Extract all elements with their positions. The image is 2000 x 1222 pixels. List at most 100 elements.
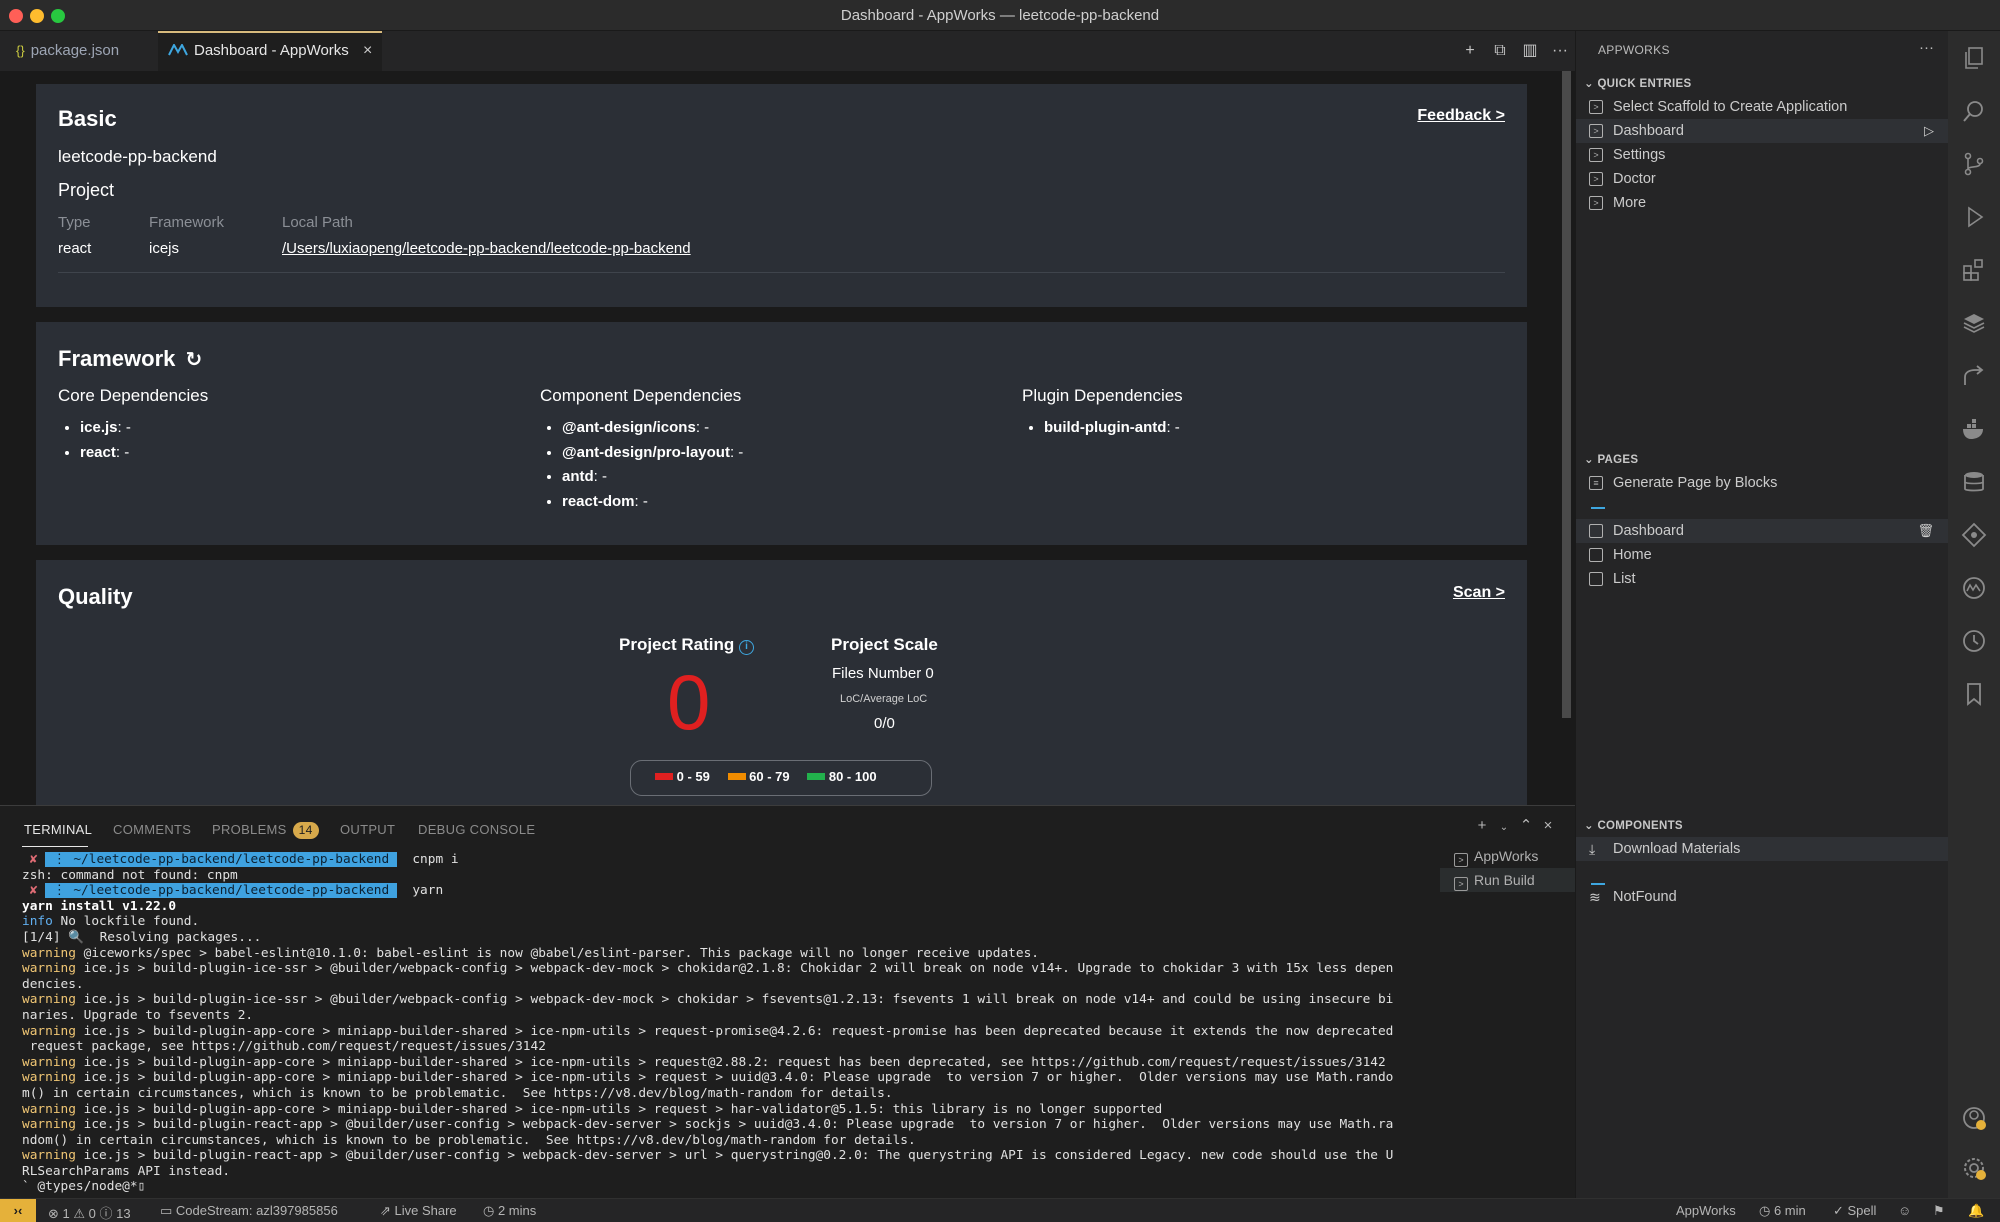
- download-materials-button[interactable]: ⤓ Download Materials: [1576, 837, 1948, 861]
- tab-debug-console[interactable]: DEBUG CONSOLE: [418, 822, 535, 837]
- trash-icon[interactable]: 🗑: [1917, 519, 1934, 543]
- feedback-link[interactable]: Feedback >: [1417, 107, 1505, 125]
- layers-icon[interactable]: [1961, 310, 1987, 336]
- spell-status[interactable]: ✓ Spell: [1833, 1203, 1876, 1219]
- component-item-notfound[interactable]: ≋ NotFound: [1576, 885, 1948, 909]
- accounts-icon[interactable]: [1961, 1105, 1987, 1131]
- terminal-instances: > AppWorks > Run Build: [1440, 844, 1575, 892]
- search-icon[interactable]: [1961, 98, 1987, 124]
- terminal-line: ndom() in certain circumstances, which i…: [22, 1132, 916, 1148]
- tab-output[interactable]: OUTPUT: [340, 822, 395, 837]
- section-pages[interactable]: ⌄ PAGES: [1584, 452, 1638, 466]
- terminal-dropdown-icon[interactable]: ⌄: [1493, 822, 1515, 833]
- close-tab-icon[interactable]: ×: [363, 42, 372, 59]
- layers-icon: ≋: [1589, 889, 1601, 905]
- terminal-line: warning ice.js > build-plugin-ice-ssr > …: [22, 961, 1442, 977]
- tab-dashboard[interactable]: Dashboard - AppWorks ×: [158, 31, 382, 71]
- legend-swatch-red: [655, 773, 673, 780]
- terminal-output[interactable]: ✘ ⋮ ~/leetcode-pp-backend/leetcode-pp-ba…: [22, 852, 1442, 1195]
- tab-problems[interactable]: PROBLEMS 14: [212, 822, 319, 839]
- info-icon[interactable]: i: [738, 640, 754, 655]
- run-debug-icon[interactable]: [1961, 204, 1987, 230]
- bookmark-icon[interactable]: [1961, 681, 1987, 707]
- codestream-status[interactable]: ▭ CodeStream: azl397985856: [160, 1203, 338, 1219]
- run-icon[interactable]: ▷: [1924, 119, 1934, 143]
- notifications-bell-icon[interactable]: 🔔: [1968, 1203, 1984, 1219]
- open-preview-icon[interactable]: ⧉: [1485, 31, 1515, 71]
- new-terminal-icon[interactable]: +: [1471, 817, 1493, 834]
- terminal-icon: >: [1589, 148, 1603, 162]
- project-rating-value: 0: [667, 658, 711, 746]
- scan-link[interactable]: Scan >: [1453, 584, 1505, 602]
- prompt-path: ⋮ ~/leetcode-pp-backend/leetcode-pp-back…: [45, 852, 397, 867]
- tab-package-json[interactable]: {} package.json: [0, 31, 158, 71]
- dependency-item: react-dom: -: [562, 490, 743, 515]
- more-actions-icon[interactable]: ···: [1545, 31, 1575, 71]
- sidebar-item-more[interactable]: > More: [1576, 191, 1948, 215]
- settings-gear-icon[interactable]: [1961, 1155, 1987, 1181]
- tab-comments[interactable]: COMMENTS: [113, 822, 191, 837]
- timeline-icon[interactable]: [1961, 628, 1987, 654]
- appworks-icon[interactable]: [1961, 575, 1987, 601]
- feedback-icon[interactable]: ⚑: [1933, 1203, 1945, 1219]
- page-item-list[interactable]: List: [1576, 567, 1948, 591]
- explorer-icon[interactable]: [1961, 45, 1987, 71]
- page-item-dashboard[interactable]: Dashboard 🗑: [1576, 519, 1948, 543]
- section-components[interactable]: ⌄ COMPONENTS: [1584, 818, 1683, 832]
- local-path-link[interactable]: /Users/luxiaopeng/leetcode-pp-backend/le…: [282, 240, 691, 257]
- maximize-panel-icon[interactable]: ⌃: [1515, 816, 1537, 834]
- split-editor-icon[interactable]: ▥: [1515, 31, 1545, 71]
- extensions-icon[interactable]: [1961, 257, 1987, 283]
- tab-terminal[interactable]: TERMINAL: [24, 822, 92, 837]
- webview-scrollbar[interactable]: [1562, 71, 1571, 718]
- timer-right-status[interactable]: ◷ 6 min: [1759, 1203, 1806, 1219]
- terminal-icon: >: [1454, 853, 1468, 867]
- refresh-icon[interactable]: ↻: [186, 349, 203, 371]
- terminal-text: ice.js > build-plugin-app-core > miniapp…: [75, 1054, 1386, 1070]
- sidebar-item-doctor[interactable]: > Doctor: [1576, 167, 1948, 191]
- clipboard-icon: ≡: [1589, 476, 1603, 490]
- terminal-instance-run-build[interactable]: > Run Build: [1440, 868, 1575, 892]
- title-bar: Dashboard - AppWorks — leetcode-pp-backe…: [0, 0, 2000, 31]
- database-icon[interactable]: [1961, 469, 1987, 495]
- copilot-icon[interactable]: ☺: [1898, 1203, 1911, 1218]
- live-share-status[interactable]: ⇗ Live Share: [380, 1203, 457, 1219]
- prompt-command: yarn: [396, 883, 444, 899]
- terminal-icon: >: [1454, 877, 1468, 891]
- sidebar-item-dashboard[interactable]: > Dashboard ▷: [1576, 119, 1948, 143]
- live-share-icon[interactable]: [1961, 363, 1987, 389]
- source-control-icon[interactable]: [1961, 151, 1987, 177]
- divider: [58, 272, 1505, 273]
- component-dependencies-list: @ant-design/icons: - @ant-design/pro-lay…: [542, 416, 743, 514]
- chevron-down-icon: ⌄: [1584, 454, 1598, 466]
- sidebar-item-settings[interactable]: > Settings: [1576, 143, 1948, 167]
- dependency-item: @ant-design/icons: -: [562, 416, 743, 441]
- project-scale-label: Project Scale: [831, 635, 938, 654]
- timer-left-status[interactable]: ◷ 2 mins: [483, 1203, 536, 1219]
- remote-indicator-icon[interactable]: ›‹: [0, 1199, 36, 1222]
- framework-value: icejs: [149, 240, 180, 257]
- error-mark-icon: ✘: [22, 852, 46, 867]
- page-item-home[interactable]: Home: [1576, 543, 1948, 567]
- sidebar-more-icon[interactable]: ···: [1919, 39, 1934, 56]
- terminal-instance-appworks[interactable]: > AppWorks: [1440, 844, 1575, 868]
- chevron-down-icon: ⌄: [1584, 820, 1598, 832]
- terminal-line: warning ice.js > build-plugin-ice-ssr > …: [22, 992, 1442, 1008]
- sidebar-item-select-scaffold[interactable]: > Select Scaffold to Create Application: [1576, 95, 1948, 119]
- terminal-icon: >: [1589, 172, 1603, 186]
- close-panel-icon[interactable]: ×: [1537, 817, 1559, 834]
- gitlens-icon[interactable]: [1961, 522, 1987, 548]
- section-quick-entries[interactable]: ⌄ QUICK ENTRIES: [1584, 76, 1691, 90]
- framework-card: Framework ↻ Core Dependencies ice.js: - …: [36, 322, 1527, 545]
- terminal-text: @iceworks/spec > babel-eslint@10.1.0: ba…: [75, 945, 1039, 961]
- component-dependencies-title: Component Dependencies: [540, 386, 742, 405]
- problems-status[interactable]: ⊗ 1 ⚠ 0 ⓘ 13: [48, 1203, 131, 1222]
- generate-page-button[interactable]: ≡ Generate Page by Blocks: [1576, 471, 1948, 495]
- loc-label: LoC/Average LoC: [840, 693, 928, 705]
- docker-icon[interactable]: [1961, 416, 1987, 442]
- activity-bar: [1948, 31, 2000, 1198]
- warn-tag: warning: [22, 1023, 76, 1039]
- new-file-icon[interactable]: +: [1455, 31, 1485, 71]
- appworks-status[interactable]: AppWorks: [1676, 1203, 1736, 1218]
- legend-swatch-orange: [727, 773, 746, 780]
